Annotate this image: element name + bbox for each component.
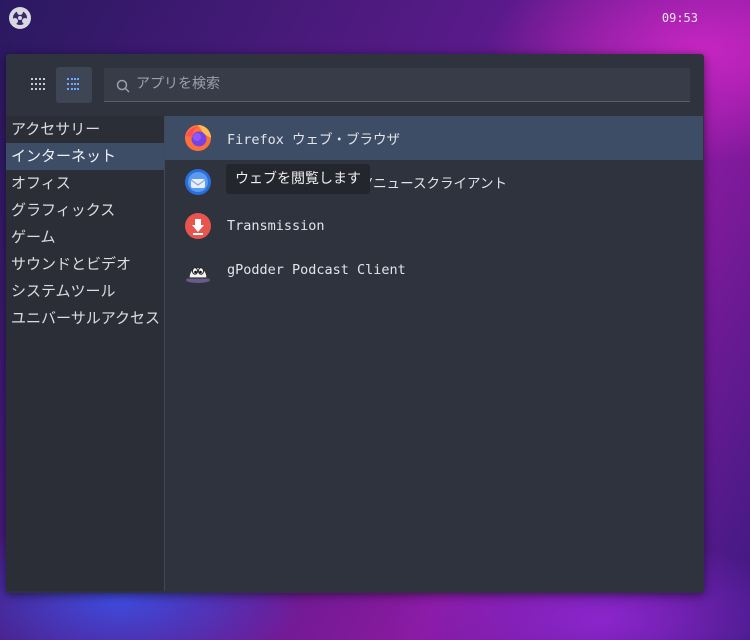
grid-view-icon bbox=[31, 76, 45, 95]
clock[interactable]: 09:53 bbox=[662, 11, 698, 25]
list-view-button[interactable] bbox=[56, 67, 92, 103]
top-panel: 09:53 bbox=[0, 0, 750, 38]
category-graphics[interactable]: グラフィックス bbox=[6, 197, 164, 224]
search-input[interactable] bbox=[136, 68, 676, 100]
application-menu: アクセサリー インターネット オフィス グラフィックス ゲーム サウンドとビデオ… bbox=[6, 54, 704, 593]
list-view-icon bbox=[67, 76, 81, 95]
category-system-tools[interactable]: システムツール bbox=[6, 278, 164, 305]
transmission-icon bbox=[184, 212, 212, 240]
app-label: gPodder Podcast Client bbox=[227, 262, 406, 278]
search-icon bbox=[116, 78, 130, 97]
thunderbird-icon bbox=[184, 168, 212, 196]
category-internet[interactable]: インターネット bbox=[6, 143, 164, 170]
firefox-icon bbox=[184, 124, 212, 152]
category-games[interactable]: ゲーム bbox=[6, 224, 164, 251]
app-label: Firefox ウェブ・ブラウザ bbox=[227, 132, 401, 148]
app-label: Transmission bbox=[227, 218, 325, 234]
grid-view-button[interactable] bbox=[20, 67, 56, 103]
gpodder-icon bbox=[184, 256, 212, 284]
app-item-transmission[interactable]: Transmission bbox=[165, 204, 703, 248]
category-office[interactable]: オフィス bbox=[6, 170, 164, 197]
os-logo-icon[interactable] bbox=[8, 6, 32, 30]
tooltip: ウェブを閲覧します bbox=[226, 164, 370, 194]
category-universal-access[interactable]: ユニバーサルアクセス bbox=[6, 305, 164, 332]
category-list: アクセサリー インターネット オフィス グラフィックス ゲーム サウンドとビデオ… bbox=[6, 116, 165, 591]
category-sound-video[interactable]: サウンドとビデオ bbox=[6, 251, 164, 278]
app-item-gpodder[interactable]: gPodder Podcast Client bbox=[165, 248, 703, 292]
category-accessories[interactable]: アクセサリー bbox=[6, 116, 164, 143]
app-item-firefox[interactable]: Firefox ウェブ・ブラウザ bbox=[165, 116, 703, 160]
search-box[interactable] bbox=[104, 68, 690, 102]
